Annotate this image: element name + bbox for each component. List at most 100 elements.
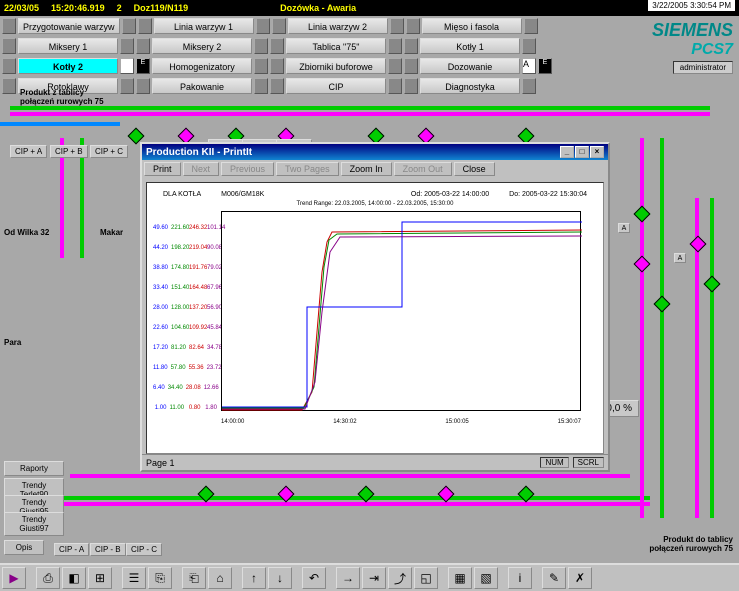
toolbar-btn-12[interactable]: ⇥ [362,567,386,589]
mini-btn[interactable]: E [538,58,552,74]
trendy3-button[interactable]: Trendy Giusti97 [4,512,64,536]
toolbar-btn-3[interactable]: ⊞ [88,567,112,589]
mini-btn[interactable] [122,18,136,34]
prev-button[interactable]: Previous [221,162,274,176]
mini-btn[interactable] [254,58,268,74]
scrl-indicator: SCRL [573,457,604,468]
close-button[interactable]: Close [454,162,495,176]
top-date: 22/03/05 [4,3,39,13]
valve-icon[interactable] [634,206,651,223]
window-titlebar[interactable]: Production KII - PrintIt _ □ × [142,144,608,160]
tab-miksery2[interactable]: Miksery 2 [152,38,252,54]
mini-btn[interactable]: E [136,58,150,74]
toolbar-btn-15[interactable]: ▦ [448,567,472,589]
cip-c-button[interactable]: CIP + C [90,145,128,158]
toolbar-btn-1[interactable]: ⎙ [36,567,60,589]
toolbar-btn-6[interactable]: ⎗ [182,567,206,589]
tab-linia2[interactable]: Linia warzyw 2 [288,18,388,34]
mini-btn[interactable] [256,18,270,34]
mini-btn[interactable] [522,38,536,54]
mini-btn[interactable] [270,58,284,74]
mini-btn[interactable] [2,38,16,54]
mini-btn[interactable] [2,18,16,34]
od-value: 2005-03-22 14:00:00 [424,191,489,198]
toolbar-btn-8[interactable]: ↑ [242,567,266,589]
valve-icon[interactable] [704,276,721,293]
next-button[interactable]: Next [183,162,220,176]
toolbar-btn-9[interactable]: ↓ [268,567,292,589]
toolbar-btn-10[interactable]: ↶ [302,567,326,589]
close-icon[interactable]: × [590,146,604,158]
mini-btn[interactable] [390,18,404,34]
mini-btn[interactable] [136,38,150,54]
x-axis: 14:00:0014:30:0215:00:0515:30:07 [221,419,581,425]
mini-btn[interactable] [388,58,402,74]
label-prod-from: Produkt z tablicy połączeń rurowych 75 [20,88,104,106]
mini-btn[interactable] [120,38,134,54]
tab-homogen[interactable]: Homogenizatory [152,58,252,74]
window-menubar: Print Next Previous Two Pages Zoom In Zo… [142,160,608,178]
toolbar-btn-5[interactable]: ⎘ [148,567,172,589]
system-clock: 3/22/2005 3:30:54 PM [648,0,735,11]
cip-a-button[interactable]: CIP + A [10,145,47,158]
pipe [0,122,120,126]
mini-btn[interactable] [404,58,418,74]
toolbar-btn-13[interactable]: ⤴ [388,567,412,589]
cip-ra2-button[interactable]: CIP - A [54,543,89,556]
mini-btn[interactable] [524,18,538,34]
toolbar-btn-19[interactable]: ✗ [568,567,592,589]
valve-icon[interactable] [690,236,707,253]
toolbar-btn-14[interactable]: ◱ [414,567,438,589]
toolbar-btn-4[interactable]: ☰ [122,567,146,589]
raporty-button[interactable]: Raporty [4,461,64,476]
toolbar-btn-16[interactable]: ▧ [474,567,498,589]
tab-tablica[interactable]: Tablica "75" [286,38,386,54]
valve-icon[interactable] [634,256,651,273]
maximize-icon[interactable]: □ [575,146,589,158]
twopage-button[interactable]: Two Pages [276,162,339,176]
tab-przygotowanie[interactable]: Przygotowanie warzyw [18,18,120,34]
top-time: 15:20:46.919 [51,3,105,13]
valve-icon[interactable] [654,296,671,313]
mini-btn[interactable] [138,18,152,34]
print-button[interactable]: Print [144,162,181,176]
user-label: administrator [673,61,733,74]
tab-kotly2[interactable]: Kotły 2 [18,58,118,74]
page-indicator: Page 1 [146,458,175,468]
toolbar-btn-18[interactable]: ✎ [542,567,566,589]
micro-btn[interactable]: A [618,223,630,233]
zoomout-button[interactable]: Zoom Out [394,162,452,176]
tab-kotly1[interactable]: Kotły 1 [420,38,520,54]
opis-button[interactable]: Opis [4,540,44,555]
cip-rc2-button[interactable]: CIP - C [126,543,162,556]
tab-miksery1[interactable]: Miksery 1 [18,38,118,54]
cip-rb2-button[interactable]: CIP - B [90,543,126,556]
cip-b-button[interactable]: CIP + B [50,145,88,158]
mini-btn[interactable] [404,38,418,54]
mini-btn[interactable] [406,18,420,34]
toolbar-btn-17[interactable]: i [508,567,532,589]
chart-sub: M006/GM18K [221,191,264,198]
minimize-icon[interactable]: _ [560,146,574,158]
micro-btn[interactable]: A [674,253,686,263]
mini-btn[interactable] [272,18,286,34]
toolbar-btn-0[interactable]: ▶ [2,567,26,589]
tab-mieso[interactable]: Mięso i fasola [422,18,522,34]
zoomin-button[interactable]: Zoom In [341,162,392,176]
mini-btn[interactable] [254,38,268,54]
siemens-logo: SIEMENS [652,20,733,41]
mini-btn[interactable] [2,58,16,74]
toolbar-btn-11[interactable]: → [336,567,360,589]
mini-btn[interactable] [388,38,402,54]
toolbar-btn-2[interactable]: ◧ [62,567,86,589]
tab-dozowanie[interactable]: Dozowanie [420,58,520,74]
mini-btn[interactable] [270,38,284,54]
mini-btn[interactable]: A [522,58,536,74]
tab-zbiorniki[interactable]: Zbiorniki buforowe [286,58,386,74]
pipe [10,496,650,500]
mini-btn[interactable] [120,58,134,74]
toolbar-btn-7[interactable]: ⌂ [208,567,232,589]
top-num: 2 [117,3,122,13]
tab-linia1[interactable]: Linia warzyw 1 [154,18,254,34]
chart-name: DLA KOTŁA [163,191,201,198]
